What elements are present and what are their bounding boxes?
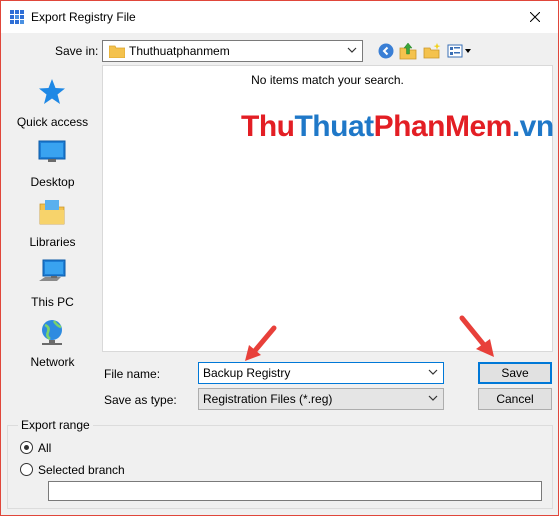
- star-icon: [39, 79, 65, 104]
- place-network[interactable]: Network: [5, 317, 100, 373]
- radio-selected-branch-label[interactable]: Selected branch: [38, 463, 125, 477]
- up-folder-button[interactable]: [399, 42, 417, 60]
- libraries-icon: [39, 200, 65, 225]
- radio-all-label[interactable]: All: [38, 441, 51, 455]
- computer-icon: [39, 259, 66, 281]
- chevron-down-icon: [428, 395, 438, 401]
- save-in-dropdown[interactable]: Thuthuatphanmem: [102, 40, 363, 62]
- place-label: Libraries: [29, 235, 76, 249]
- watermark-part: Thu: [241, 110, 295, 143]
- place-label: Quick access: [16, 115, 89, 129]
- export-range-group: Export range All Selected branch: [7, 418, 553, 509]
- save-type-value: Registration Files (*.reg): [203, 392, 333, 406]
- red-arrow-annotation: [459, 315, 494, 357]
- place-desktop[interactable]: Desktop: [5, 137, 100, 193]
- close-button[interactable]: [512, 1, 558, 32]
- save-in-value: Thuthuatphanmem: [129, 44, 230, 58]
- place-quick-access[interactable]: Quick access: [5, 77, 100, 133]
- save-type-dropdown[interactable]: Registration Files (*.reg): [198, 388, 444, 410]
- place-libraries[interactable]: Libraries: [5, 197, 100, 253]
- chevron-down-icon: [347, 47, 357, 53]
- watermark-part: PhanMem: [373, 110, 513, 143]
- place-this-pc[interactable]: This PC: [5, 257, 100, 313]
- registry-app-icon: [10, 10, 24, 24]
- selected-branch-input[interactable]: [48, 481, 542, 501]
- back-button[interactable]: [377, 42, 395, 60]
- watermark: ThuThuatPhanMem.vn: [241, 110, 554, 144]
- red-arrow-annotation: [245, 325, 277, 361]
- export-registry-dialog: Export Registry File Save in: Thuthuatph…: [0, 0, 559, 516]
- save-button[interactable]: Save: [478, 362, 552, 384]
- desktop-icon: [38, 140, 66, 162]
- file-name-value: Backup Registry: [203, 366, 291, 380]
- file-list-view[interactable]: No items match your search. ThuThuatPhan…: [102, 65, 554, 352]
- back-icon: [378, 43, 394, 59]
- export-range-title: Export range: [18, 418, 93, 432]
- folder-icon: [109, 45, 125, 58]
- view-menu-button[interactable]: [447, 42, 473, 60]
- watermark-part: Thuat: [294, 110, 374, 143]
- file-name-field[interactable]: Backup Registry: [198, 362, 444, 384]
- empty-message: No items match your search.: [251, 73, 404, 87]
- new-folder-icon: [423, 43, 441, 59]
- place-label: This PC: [31, 295, 74, 309]
- window-title: Export Registry File: [31, 10, 136, 24]
- watermark-part: .vn: [511, 110, 554, 143]
- up-folder-icon: [399, 42, 417, 60]
- new-folder-button[interactable]: [423, 42, 441, 60]
- place-label: Desktop: [30, 175, 75, 189]
- chevron-down-icon[interactable]: [427, 366, 439, 378]
- places-bar: Quick access Desktop Libraries This PC N…: [5, 65, 100, 415]
- file-name-label: File name:: [104, 367, 161, 381]
- radio-selected-branch[interactable]: [20, 463, 33, 476]
- place-label: Network: [30, 355, 75, 369]
- save-in-label: Save in:: [55, 44, 99, 58]
- title-bar: Export Registry File: [1, 1, 558, 33]
- view-menu-icon: [447, 44, 471, 58]
- cancel-button[interactable]: Cancel: [478, 388, 552, 410]
- close-icon: [530, 11, 540, 22]
- radio-all[interactable]: [20, 441, 33, 454]
- save-type-label: Save as type:: [104, 393, 177, 407]
- network-icon: [42, 320, 62, 345]
